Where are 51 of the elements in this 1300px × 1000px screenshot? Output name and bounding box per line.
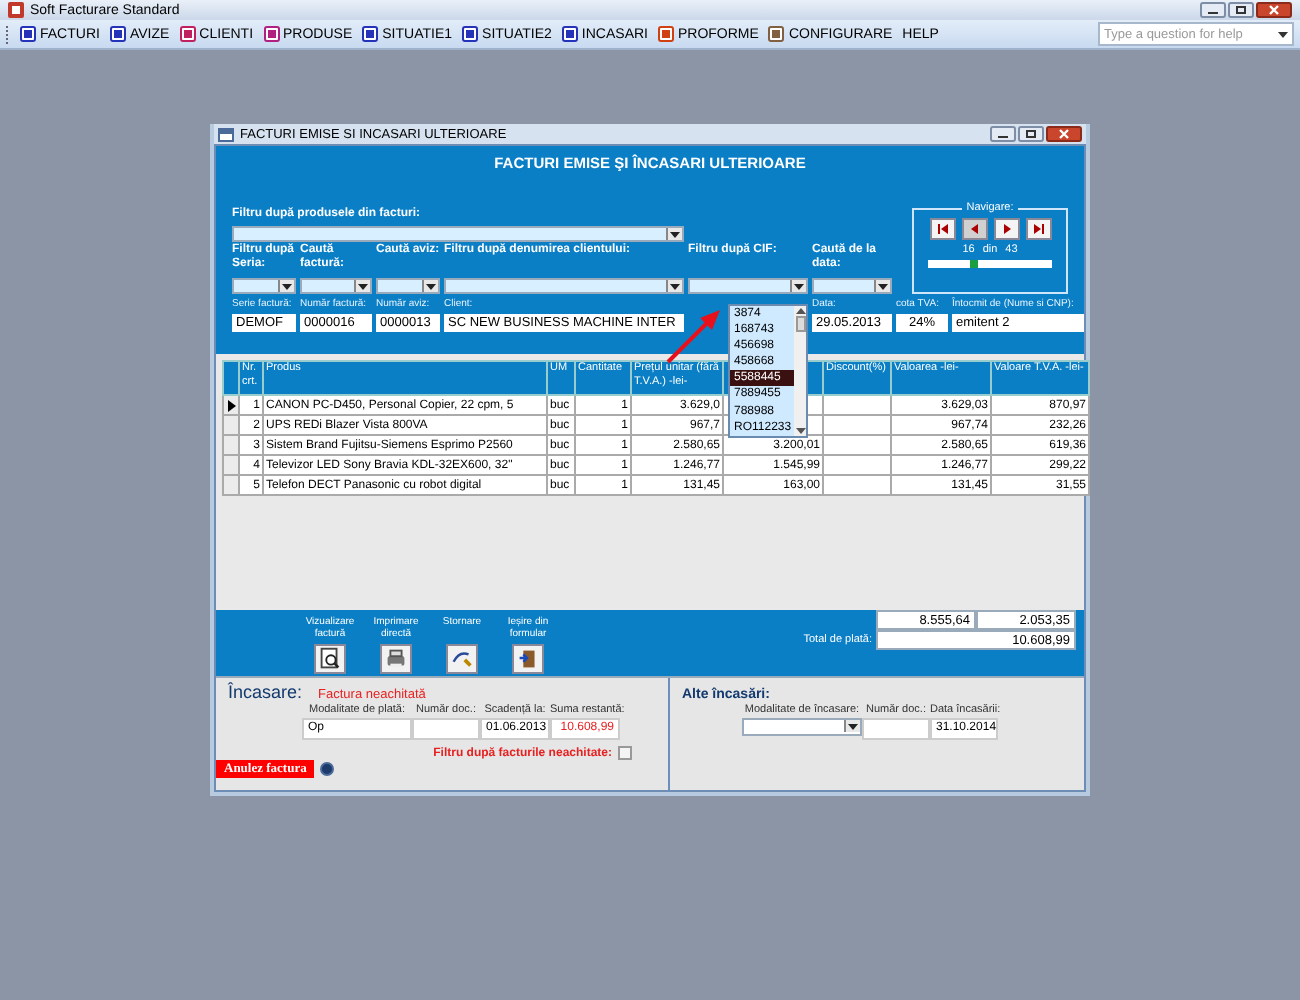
caret-icon bbox=[848, 723, 858, 729]
caret-icon bbox=[1278, 31, 1288, 37]
form-icon bbox=[218, 127, 234, 141]
close-button[interactable] bbox=[1046, 126, 1082, 142]
filter-combo[interactable] bbox=[300, 278, 372, 294]
menu-icon bbox=[657, 26, 674, 42]
menu-icon bbox=[462, 26, 479, 42]
caret-icon bbox=[426, 283, 436, 289]
menu-icon bbox=[179, 26, 196, 42]
document-magnifier-icon bbox=[316, 644, 344, 674]
action-button[interactable] bbox=[380, 644, 412, 674]
menu-icon bbox=[768, 26, 785, 42]
filter-combo[interactable] bbox=[812, 278, 892, 294]
row-selector[interactable] bbox=[223, 395, 239, 415]
payment-method-combo[interactable] bbox=[742, 718, 862, 736]
menu-icon bbox=[561, 26, 578, 42]
filter-combo[interactable] bbox=[376, 278, 440, 294]
caret-icon bbox=[878, 283, 888, 289]
navigation-button[interactable] bbox=[929, 218, 955, 240]
radio-button[interactable] bbox=[320, 762, 335, 776]
filter-combo[interactable] bbox=[232, 278, 296, 294]
maximize-button[interactable] bbox=[1018, 126, 1044, 142]
menu-icon bbox=[263, 26, 280, 42]
app-icon bbox=[8, 2, 24, 18]
checkbox[interactable] bbox=[618, 746, 632, 760]
menu-icon bbox=[109, 26, 126, 42]
section-title: Încasare: bbox=[228, 682, 303, 702]
caret-icon bbox=[282, 283, 292, 289]
text-field[interactable] bbox=[862, 718, 930, 740]
caret-icon bbox=[670, 231, 680, 237]
scrollbar[interactable] bbox=[794, 306, 806, 436]
scrollbar-thumb[interactable] bbox=[795, 316, 805, 332]
last-record-icon bbox=[1029, 222, 1047, 236]
navigation-button[interactable] bbox=[961, 218, 987, 240]
caret-icon bbox=[358, 283, 368, 289]
minimize-button[interactable] bbox=[990, 126, 1016, 142]
maximize-button[interactable] bbox=[1228, 2, 1254, 18]
caret-icon bbox=[670, 283, 680, 289]
action-button[interactable] bbox=[446, 644, 478, 674]
current-row-icon bbox=[227, 399, 235, 411]
caret-icon bbox=[794, 283, 804, 289]
first-record-icon bbox=[933, 222, 951, 236]
navigation-button[interactable] bbox=[993, 218, 1019, 240]
menu-icon bbox=[362, 26, 379, 42]
action-button[interactable] bbox=[314, 644, 346, 674]
close-button[interactable] bbox=[1256, 2, 1292, 18]
minimize-button[interactable] bbox=[1200, 2, 1226, 18]
navigation-button[interactable] bbox=[1025, 218, 1051, 240]
action-button[interactable] bbox=[512, 644, 544, 674]
menu-icon bbox=[20, 26, 36, 42]
text-field[interactable] bbox=[412, 718, 480, 740]
